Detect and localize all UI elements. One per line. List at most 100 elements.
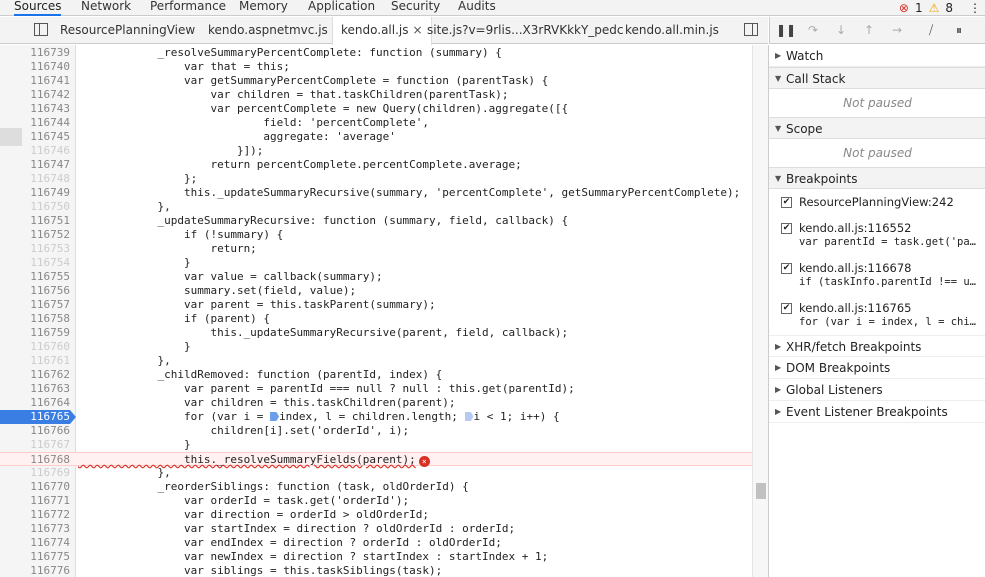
line-number[interactable]: 116773	[0, 522, 70, 536]
line-number[interactable]: 116772	[0, 508, 70, 522]
code-line[interactable]: 116769 },	[0, 466, 752, 480]
inline-breakpoint-icon[interactable]	[270, 412, 280, 421]
line-number[interactable]: 116745	[0, 130, 70, 144]
section-dom-breakpoints[interactable]: ▶ DOM Breakpoints	[769, 357, 985, 379]
code-line[interactable]: 116758 if (parent) {	[0, 312, 752, 326]
more-options-icon[interactable]: ⋮	[969, 1, 981, 15]
tab-security[interactable]: Security	[391, 0, 440, 16]
line-number[interactable]: 116771	[0, 494, 70, 508]
line-number[interactable]: 116755	[0, 270, 70, 284]
code-line[interactable]: 116747 return percentComplete.percentCom…	[0, 158, 752, 172]
code-line[interactable]: 116751 _updateSummaryRecursive: function…	[0, 214, 752, 228]
code-line[interactable]: 116749 this._updateSummaryRecursive(summ…	[0, 186, 752, 200]
code-line[interactable]: 116759 this._updateSummaryRecursive(pare…	[0, 326, 752, 340]
line-number[interactable]: 116750	[0, 200, 70, 214]
line-number[interactable]: 116775	[0, 550, 70, 564]
line-number[interactable]: 116740	[0, 60, 70, 74]
code-line[interactable]: 116755 var value = callback(summary);	[0, 270, 752, 284]
breakpoint-checkbox[interactable]: ✔	[781, 303, 792, 314]
status-counters[interactable]: ⊗ 1 ⚠ 8 ⋮	[899, 0, 981, 16]
line-number[interactable]: 116770	[0, 480, 70, 494]
line-number[interactable]: 116767	[0, 438, 70, 452]
line-number[interactable]: 116756	[0, 284, 70, 298]
file-tab-resourceplanningview[interactable]: ResourcePlanningView	[60, 17, 195, 44]
toggle-navigator-icon[interactable]	[34, 23, 48, 36]
close-tab-icon[interactable]: ×	[413, 23, 423, 37]
breakpoint-item[interactable]: ✔ ResourcePlanningView:242	[769, 195, 985, 215]
file-tab-site[interactable]: site.js?v=9rlis...X3rRVKkkY_pedc	[427, 17, 624, 44]
code-line[interactable]: 116772 var direction = orderId > oldOrde…	[0, 508, 752, 522]
step-icon[interactable]: →	[888, 22, 906, 38]
code-line[interactable]: 116776 var siblings = this.taskSiblings(…	[0, 564, 752, 577]
line-number[interactable]: 116757	[0, 298, 70, 312]
file-tab-kendo-all-min[interactable]: kendo.all.min.js	[625, 17, 719, 44]
tab-memory[interactable]: Memory	[239, 0, 288, 16]
code-line[interactable]: 116740 var that = this;	[0, 60, 752, 74]
section-event-listener-breakpoints[interactable]: ▶ Event Listener Breakpoints	[769, 401, 985, 423]
editor-scrollbar[interactable]	[752, 45, 768, 577]
line-number[interactable]: 116761	[0, 354, 70, 368]
code-line[interactable]: 116774 var endIndex = direction ? orderI…	[0, 536, 752, 550]
code-line-breakpoint[interactable]: 116765 for (var i = index, l = children.…	[0, 410, 752, 424]
step-out-icon[interactable]: ↑	[860, 22, 878, 38]
code-line[interactable]: 116762 _childRemoved: function (parentId…	[0, 368, 752, 382]
line-number[interactable]: 116753	[0, 242, 70, 256]
breakpoint-line-number[interactable]: 116765	[0, 410, 76, 424]
code-line[interactable]: 116743 var percentComplete = new Query(c…	[0, 102, 752, 116]
line-number[interactable]: 116766	[0, 424, 70, 438]
line-number[interactable]: 116744	[0, 116, 70, 130]
section-watch[interactable]: ▶ Watch	[769, 45, 985, 67]
breakpoint-item[interactable]: ✔ kendo.all.js:116678 if (taskInfo.paren…	[769, 261, 985, 295]
code-line[interactable]: 116750 },	[0, 200, 752, 214]
scrollbar-thumb[interactable]	[756, 483, 766, 499]
line-number[interactable]: 116743	[0, 102, 70, 116]
tab-application[interactable]: Application	[308, 0, 375, 16]
section-breakpoints[interactable]: ▼ Breakpoints	[769, 167, 985, 189]
line-number[interactable]: 116746	[0, 144, 70, 158]
breakpoint-checkbox[interactable]: ✔	[781, 263, 792, 274]
code-line[interactable]: 116742 var children = that.taskChildren(…	[0, 88, 752, 102]
tab-sources[interactable]: Sources	[14, 0, 62, 16]
code-line-error[interactable]: 116768 this._resolveSummaryFields(parent…	[0, 452, 752, 467]
breakpoint-item[interactable]: ✔ kendo.all.js:116552 var parentId = tas…	[769, 221, 985, 255]
breakpoint-checkbox[interactable]: ✔	[781, 197, 792, 208]
line-number[interactable]: 116741	[0, 74, 70, 88]
line-number[interactable]: 116762	[0, 368, 70, 382]
code-line[interactable]: 116770 _reorderSiblings: function (task,…	[0, 480, 752, 494]
file-tab-kendo-aspnetmvc[interactable]: kendo.aspnetmvc.js	[208, 17, 328, 44]
line-number[interactable]: 116768	[0, 453, 70, 467]
line-number[interactable]: 116752	[0, 228, 70, 242]
tab-network[interactable]: Network	[81, 0, 131, 16]
line-number[interactable]: 116774	[0, 536, 70, 550]
code-line[interactable]: 116756 summary.set(field, value);	[0, 284, 752, 298]
line-number[interactable]: 116758	[0, 312, 70, 326]
code-line[interactable]: 116766 children[i].set('orderId', i);	[0, 424, 752, 438]
line-number[interactable]: 116751	[0, 214, 70, 228]
code-line[interactable]: 116741 var getSummaryPercentComplete = f…	[0, 74, 752, 88]
code-line[interactable]: 116744 field: 'percentComplete',	[0, 116, 752, 130]
section-call-stack[interactable]: ▼ Call Stack	[769, 67, 985, 89]
file-tab-kendo-all[interactable]: kendo.all.js ×	[332, 17, 432, 45]
step-into-icon[interactable]: ↓	[832, 22, 850, 38]
code-line[interactable]: 116746 }]);	[0, 144, 752, 158]
code-line[interactable]: 116771 var orderId = task.get('orderId')…	[0, 494, 752, 508]
code-line[interactable]: 116754 }	[0, 256, 752, 270]
code-line[interactable]: 116775 var newIndex = direction ? startI…	[0, 550, 752, 564]
code-editor[interactable]: 116739 _resolveSummaryPercentComplete: f…	[0, 45, 752, 577]
line-number[interactable]: 116760	[0, 340, 70, 354]
code-line[interactable]: 116763 var parent = parentId === null ? …	[0, 382, 752, 396]
section-scope[interactable]: ▼ Scope	[769, 117, 985, 139]
breakpoint-item[interactable]: ✔ kendo.all.js:116765 for (var i = index…	[769, 301, 985, 335]
step-over-icon[interactable]: ↷	[804, 22, 822, 38]
line-number[interactable]: 116764	[0, 396, 70, 410]
code-line[interactable]: 116773 var startIndex = direction ? oldO…	[0, 522, 752, 536]
deactivate-breakpoints-icon[interactable]: ⧸	[922, 22, 940, 38]
breakpoint-checkbox[interactable]: ✔	[781, 223, 792, 234]
pause-on-exceptions-icon[interactable]: ⏸	[950, 22, 968, 38]
line-number[interactable]: 116759	[0, 326, 70, 340]
line-number[interactable]: 116739	[0, 46, 70, 60]
line-number[interactable]: 116748	[0, 172, 70, 186]
line-number[interactable]: 116776	[0, 564, 70, 577]
code-line[interactable]: 116757 var parent = this.taskParent(summ…	[0, 298, 752, 312]
toggle-debugger-icon[interactable]	[744, 23, 758, 36]
